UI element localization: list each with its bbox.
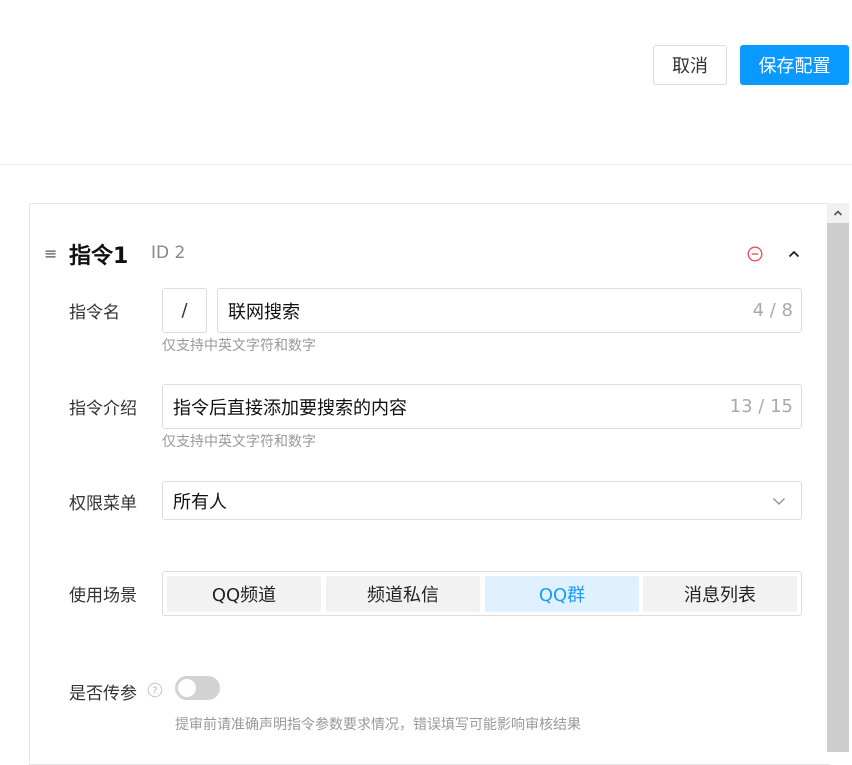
command-description-label: 指令介绍 [69,399,137,419]
permission-select[interactable]: 所有人 [162,481,802,520]
toggle-knob [178,679,196,697]
top-action-bar: 取消 保存配置 [0,0,852,165]
command-name-label: 指令名 [69,303,120,323]
chevron-down-icon [772,497,786,505]
command-prefix-value: / [181,300,188,321]
command-id: ID 2 [151,243,186,263]
vertical-scrollbar[interactable] [827,203,849,752]
cancel-button[interactable]: 取消 [653,45,727,85]
remove-circle-icon[interactable] [747,246,763,262]
question-circle-icon[interactable]: ? [147,682,163,698]
scroll-up-arrow-icon[interactable] [827,203,849,223]
command-description-counter: 13 / 15 [729,396,793,417]
scene-qq-group[interactable]: QQ群 [485,576,639,612]
pass-params-toggle[interactable] [175,676,220,700]
command-title: 指令1 [69,244,129,269]
scrollbar-thumb[interactable] [827,223,849,752]
command-description-value: 指令后直接添加要搜索的内容 [173,397,407,419]
scene-channel-private-message[interactable]: 频道私信 [326,576,480,612]
scene-message-list[interactable]: 消息列表 [643,576,797,612]
pass-params-hint: 提审前请准确声明指令参数要求情况，错误填写可能影响审核结果 [175,717,581,733]
drag-handle-icon[interactable]: ≡ [44,244,57,263]
scene-qq-channel[interactable]: QQ频道 [167,576,321,612]
permission-selected-value: 所有人 [173,491,227,513]
usage-scene-group: QQ频道 频道私信 QQ群 消息列表 [162,571,802,616]
command-description-hint: 仅支持中英文字符和数字 [162,434,316,450]
command-prefix-field[interactable]: / [162,288,207,333]
pass-params-label: 是否传参 [69,684,137,704]
command-name-hint: 仅支持中英文字符和数字 [162,338,316,354]
save-config-button[interactable]: 保存配置 [740,45,849,85]
command-name-counter: 4 / 8 [752,300,793,321]
permission-label: 权限菜单 [69,494,137,514]
command-name-value: 联网搜索 [228,301,300,323]
command-description-input[interactable]: 指令后直接添加要搜索的内容 13 / 15 [162,384,802,429]
svg-text:?: ? [152,686,157,697]
usage-scene-label: 使用场景 [69,586,137,606]
command-name-input[interactable]: 联网搜索 4 / 8 [217,288,802,333]
chevron-up-icon[interactable] [786,246,802,262]
